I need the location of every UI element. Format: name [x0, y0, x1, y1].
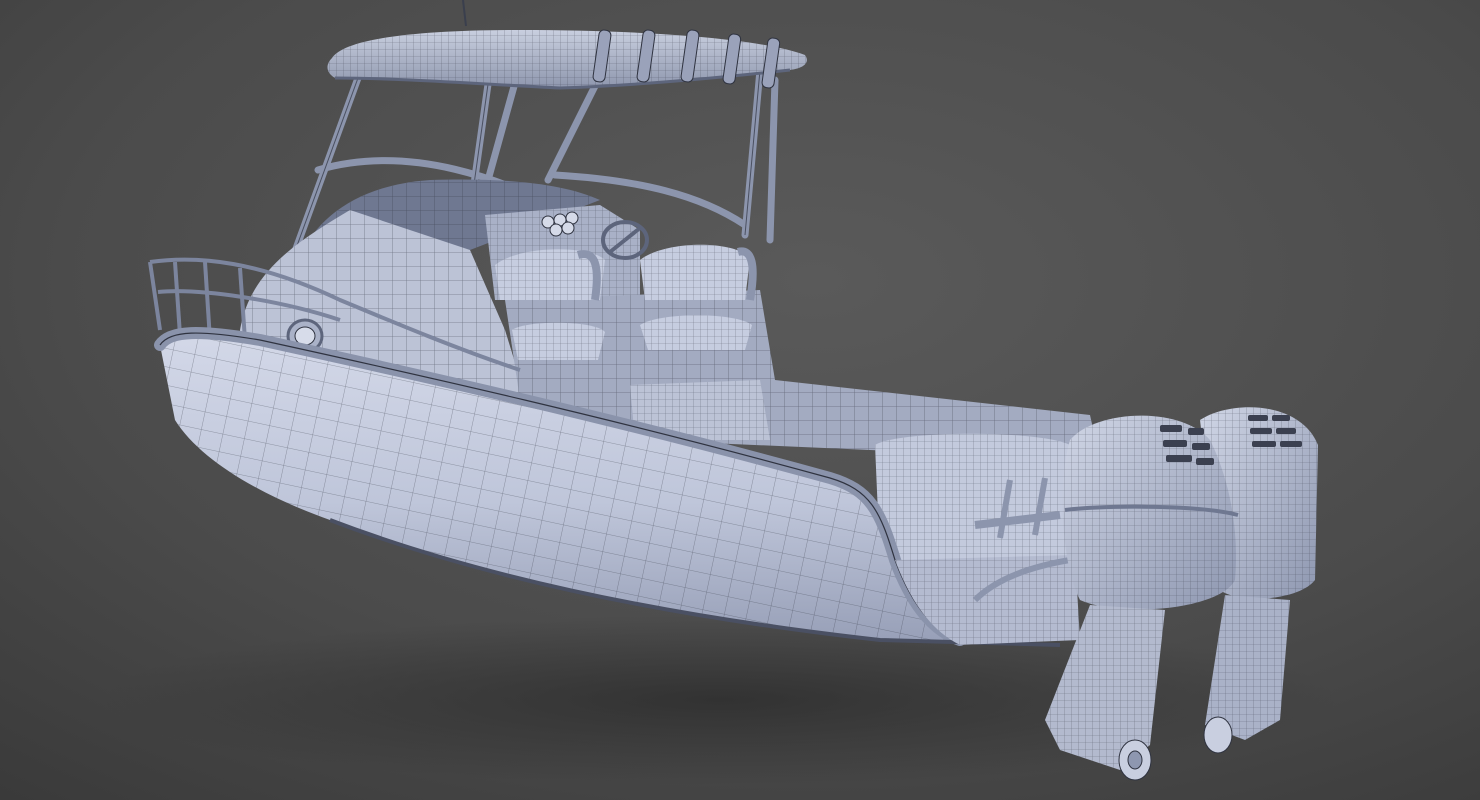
boat-render — [0, 0, 1480, 800]
transom-cooler — [875, 433, 1070, 560]
render-viewport — [0, 0, 1480, 800]
